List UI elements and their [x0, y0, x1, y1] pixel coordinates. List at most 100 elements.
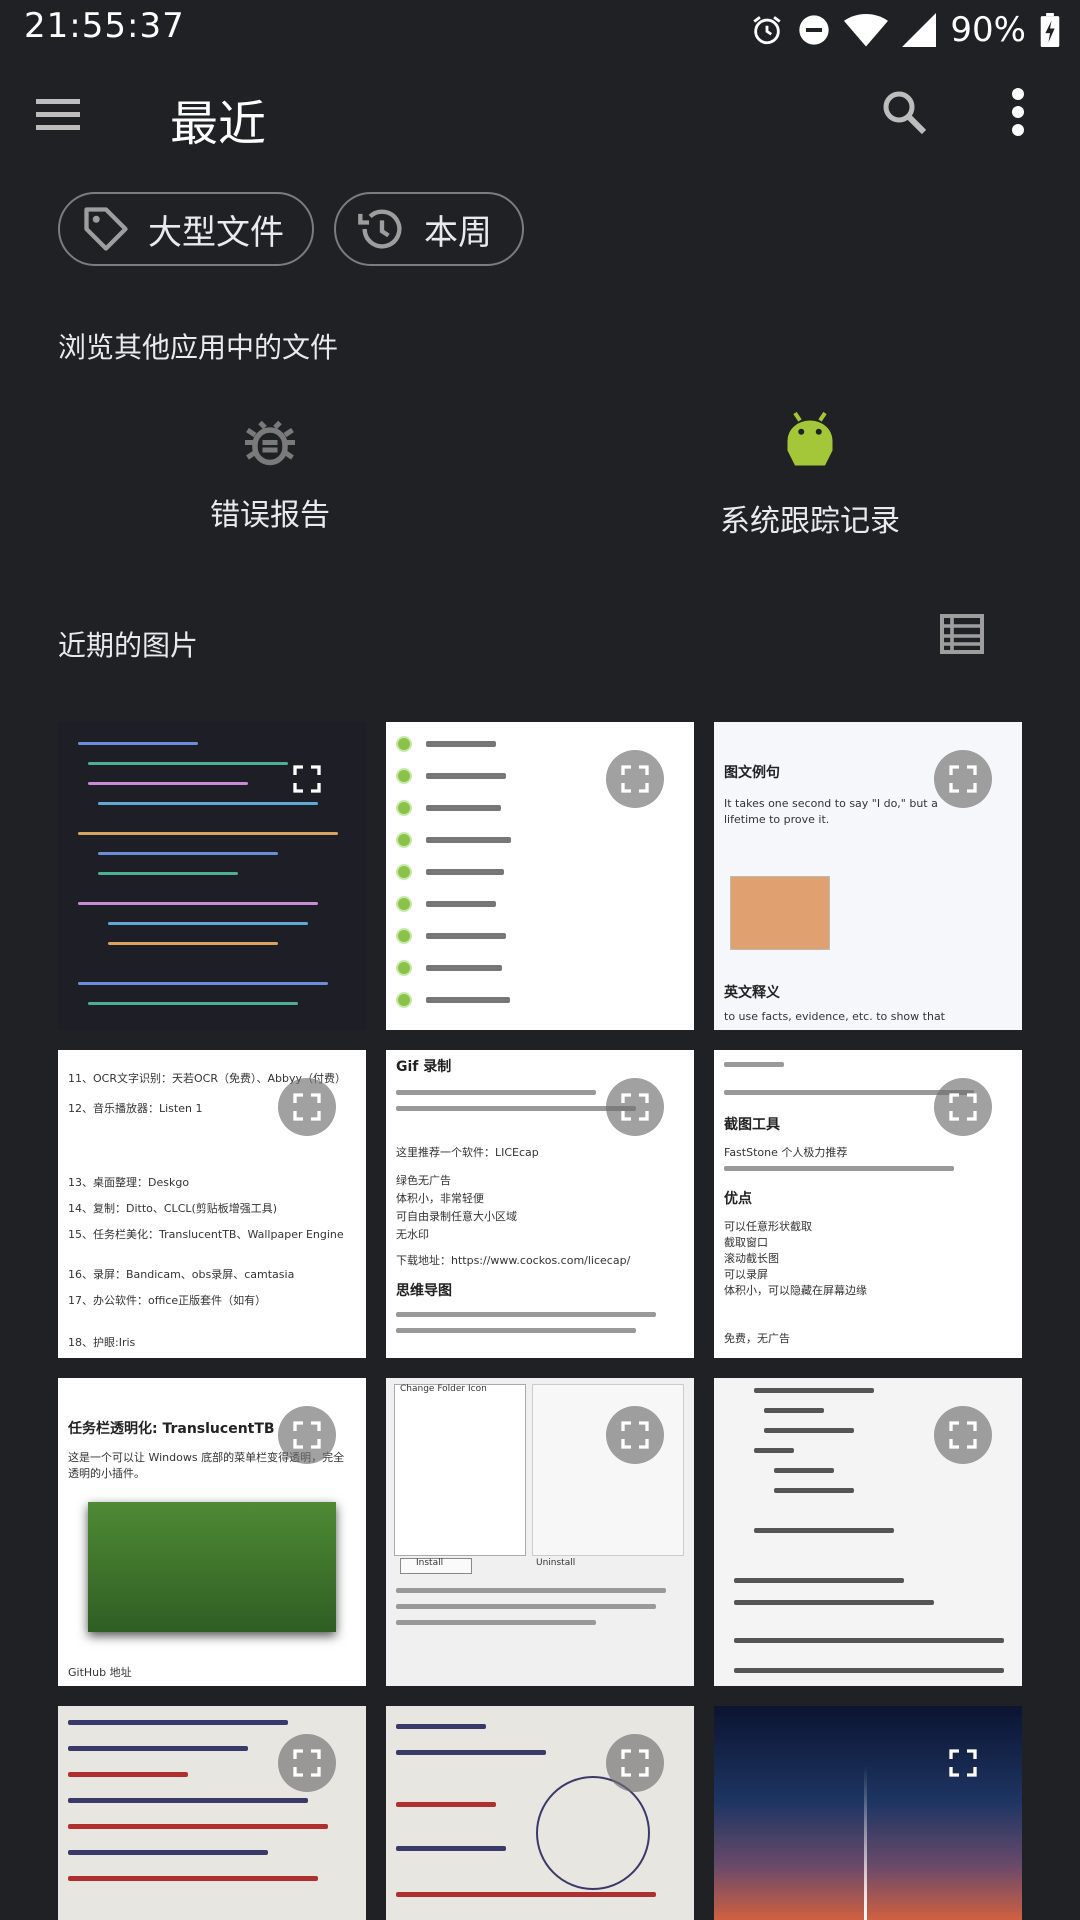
image-thumbnail[interactable]	[386, 722, 694, 1030]
text-placeholder	[396, 1588, 666, 1593]
image-thumbnail[interactable]: 截图工具 FastStone 个人极力推荐 优点 可以任意形状截取 截取窗口 滚…	[714, 1050, 1022, 1358]
fullscreen-icon	[621, 765, 649, 793]
app-tile-bug-report[interactable]: 错误报告	[120, 410, 420, 560]
tag-icon	[84, 207, 128, 251]
thumbnail-text: 14、复制：Ditto、CLCL(剪贴板增强工具)	[68, 1202, 278, 1215]
image-thumbnail[interactable]	[714, 1706, 1022, 1920]
fullscreen-icon	[949, 1093, 977, 1121]
handwriting-line	[396, 1892, 656, 1897]
text-placeholder	[396, 1090, 596, 1095]
fullscreen-icon	[621, 1749, 649, 1777]
code-line	[88, 762, 288, 765]
fullscreen-icon	[293, 1421, 321, 1449]
expand-button[interactable]	[278, 750, 336, 808]
expand-button[interactable]	[606, 750, 664, 808]
expand-button[interactable]	[278, 1078, 336, 1136]
handwriting-line	[396, 1750, 546, 1755]
alarm-icon	[753, 16, 782, 45]
text-placeholder	[734, 1578, 904, 1583]
app-tile-label: 系统跟踪记录	[720, 504, 900, 539]
fullscreen-icon	[949, 1421, 977, 1449]
expand-button[interactable]	[278, 1734, 336, 1792]
list-item	[396, 828, 511, 852]
thumbnail-text: 可以录屏	[724, 1268, 768, 1281]
code-line	[78, 742, 198, 745]
thumbnail-text: to use facts, evidence, etc. to show tha…	[724, 1010, 945, 1023]
thumbnail-text: 12、音乐播放器：Listen 1	[68, 1102, 203, 1115]
thumbnail-text: 体积小，非常轻便	[396, 1192, 484, 1205]
thumbnail-text: 体积小，可以隐藏在屏幕边缘	[724, 1284, 867, 1297]
list-item	[396, 764, 506, 788]
image-thumbnail[interactable]	[58, 1706, 366, 1920]
thumbnail-text: 绿色无广告	[396, 1174, 451, 1187]
thumbnail-heading: 图文例句	[724, 765, 780, 781]
image-thumbnail[interactable]	[714, 1378, 1022, 1686]
handwriting-line	[68, 1746, 248, 1751]
battery-charging-icon	[1040, 13, 1060, 47]
image-thumbnail[interactable]: Change Folder Icon Install Uninstall	[386, 1378, 694, 1686]
handwriting-line	[68, 1850, 268, 1855]
text-placeholder	[724, 1166, 954, 1171]
text-placeholder	[396, 1620, 596, 1625]
code-line	[98, 852, 278, 855]
browse-section-title: 浏览其他应用中的文件	[58, 331, 339, 364]
chip-label: 大型文件	[148, 212, 284, 253]
thumbnail-heading: 优点	[724, 1191, 752, 1207]
expand-button[interactable]	[278, 1406, 336, 1464]
expand-button[interactable]	[606, 1406, 664, 1464]
text-placeholder	[734, 1668, 1004, 1673]
text-placeholder	[396, 1312, 656, 1317]
image-thumbnail[interactable]: 任务栏透明化: TranslucentTB 这是一个可以让 Windows 底部…	[58, 1378, 366, 1686]
text-placeholder	[396, 1604, 656, 1609]
expand-button[interactable]	[934, 1078, 992, 1136]
image-thumbnail[interactable]	[386, 1706, 694, 1920]
list-view-button[interactable]	[940, 614, 988, 662]
status-time: 21:55:37	[24, 6, 185, 46]
thumbnail-text: 可自由录制任意大小区域	[396, 1210, 517, 1223]
text-placeholder	[724, 1062, 784, 1067]
app-tile-label: 错误报告	[210, 498, 330, 533]
thumbnail-text: 13、桌面整理：Deskgo	[68, 1176, 190, 1189]
search-button[interactable]	[880, 88, 936, 144]
sketch-diagram	[536, 1776, 650, 1890]
expand-button[interactable]	[934, 1406, 992, 1464]
thumbnail-text: 截取窗口	[724, 1236, 768, 1249]
text-placeholder	[774, 1488, 854, 1493]
list-item	[396, 732, 496, 756]
code-line	[88, 782, 248, 785]
expand-button[interactable]	[934, 750, 992, 808]
image-thumbnail[interactable]: 11、OCR文字识别：天若OCR（免费）、Abbyy（付费） 12、音乐播放器：…	[58, 1050, 366, 1358]
settings-panel	[532, 1384, 684, 1556]
expand-button[interactable]	[606, 1078, 664, 1136]
list-item	[396, 988, 510, 1012]
fullscreen-icon	[293, 765, 321, 793]
chip-label: 本周	[424, 212, 492, 253]
chip-this-week[interactable]: 本周	[334, 192, 524, 266]
expand-button[interactable]	[606, 1734, 664, 1792]
wifi-icon	[844, 13, 889, 47]
thumbnail-text: 15、任务栏美化：TranslucentTB、Wallpaper Engine	[68, 1228, 344, 1241]
list-view-icon	[940, 614, 984, 654]
chip-large-files[interactable]: 大型文件	[58, 192, 314, 266]
fullscreen-icon	[949, 765, 977, 793]
expand-button[interactable]	[934, 1734, 992, 1792]
thumbnail-text: 滚动截长图	[724, 1252, 779, 1265]
list-item	[396, 892, 496, 916]
menu-button[interactable]	[36, 88, 96, 140]
handwriting-line	[396, 1846, 506, 1851]
image-thumbnail[interactable]: 图文例句 It takes one second to say "I do," …	[714, 722, 1022, 1030]
more-options-button[interactable]	[1000, 88, 1036, 144]
thumbnail-text: 下载地址：https://www.cockos.com/licecap/	[396, 1254, 631, 1267]
thumbnail-heading: Gif 录制	[396, 1059, 452, 1075]
bug-icon	[245, 420, 295, 466]
thumbnail-text: 这里推荐一个软件：LICEcap	[396, 1146, 539, 1159]
text-placeholder	[734, 1600, 934, 1605]
handwriting-line	[68, 1824, 328, 1829]
image-thumbnail[interactable]	[58, 722, 366, 1030]
app-tile-system-traces[interactable]: 系统跟踪记录	[660, 410, 960, 560]
android-icon	[787, 411, 833, 466]
thumbnail-text: FastStone 个人极力推荐	[724, 1146, 848, 1159]
handwriting-line	[68, 1772, 188, 1777]
code-line	[98, 802, 318, 805]
image-thumbnail[interactable]: Gif 录制 这里推荐一个软件：LICEcap 绿色无广告 体积小，非常轻便 可…	[386, 1050, 694, 1358]
